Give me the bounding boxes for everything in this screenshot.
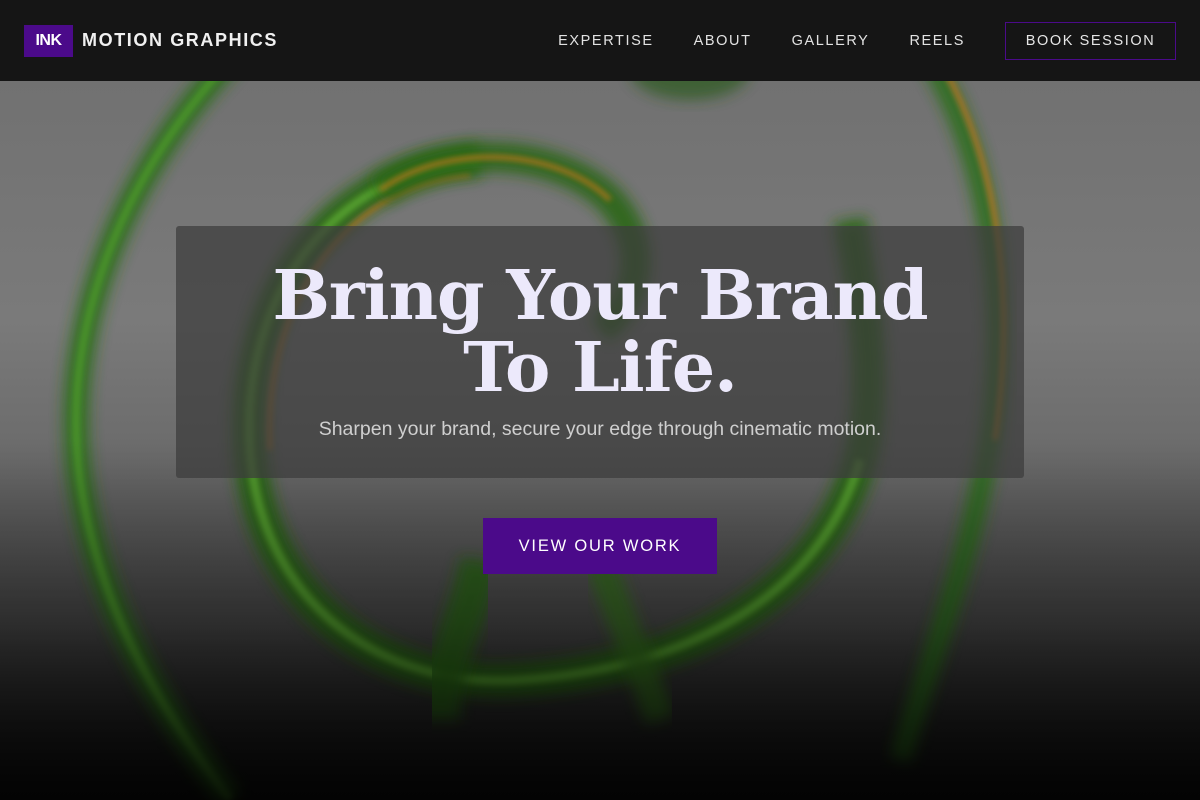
book-session-button[interactable]: BOOK SESSION (1005, 21, 1176, 60)
nav-link-expertise[interactable]: EXPERTISE (558, 33, 654, 49)
top-navigation-bar: INK MOTION GRAPHICS EXPERTISE ABOUT GALL… (0, 0, 1200, 81)
brand[interactable]: INK MOTION GRAPHICS (24, 24, 278, 57)
hero-card: Bring Your Brand To Life. Sharpen your b… (176, 226, 1024, 478)
main-menu: EXPERTISE ABOUT GALLERY REELS (558, 33, 965, 49)
view-our-work-button[interactable]: VIEW OUR WORK (483, 518, 717, 574)
nav-link-about[interactable]: ABOUT (694, 33, 752, 49)
nav-link-reels[interactable]: REELS (909, 33, 965, 49)
nav-link-gallery[interactable]: GALLERY (792, 33, 870, 49)
hero-subtitle: Sharpen your brand, secure your edge thr… (318, 418, 882, 440)
brand-name[interactable]: MOTION GRAPHICS (82, 30, 278, 51)
hero-title: Bring Your Brand To Life. (272, 256, 928, 408)
logo-badge[interactable]: INK (24, 24, 73, 57)
